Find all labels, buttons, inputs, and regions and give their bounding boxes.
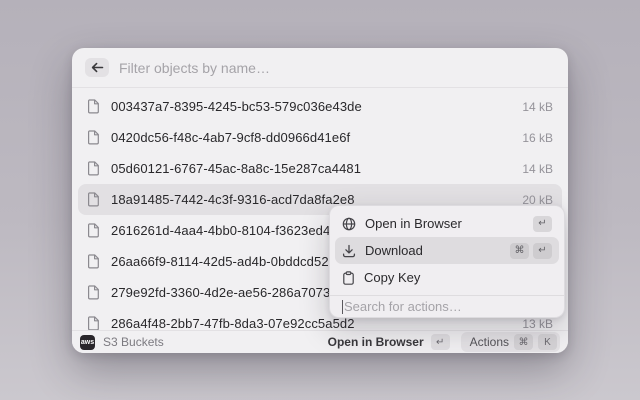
globe-icon xyxy=(342,217,356,231)
footer-actions: Open in Browser ↵ Actions ⌘ K xyxy=(328,332,560,352)
file-icon xyxy=(87,254,100,269)
primary-action-label[interactable]: Open in Browser xyxy=(328,335,424,349)
object-name: 2616261d-4aa4-4bb0-8104-f3623ed4415a xyxy=(111,223,360,238)
action-shortcut: ↵ xyxy=(533,216,552,232)
object-row[interactable]: 05d60121-6767-45ac-8a8c-15e287ca4481 14 … xyxy=(78,153,562,184)
actions-button[interactable]: Actions ⌘ K xyxy=(461,332,560,352)
actions-search-input[interactable] xyxy=(344,299,552,314)
k-key-badge: K xyxy=(538,334,557,350)
raycast-window: 003437a7-8395-4245-bc53-579c036e43de 14 … xyxy=(72,48,568,353)
object-row[interactable]: 0420dc56-f48c-4ab7-9cf8-dd0966d41e6f 16 … xyxy=(78,122,562,153)
cmd-key-badge: ⌘ xyxy=(510,243,529,259)
download-icon xyxy=(342,244,356,258)
file-icon xyxy=(87,316,100,331)
status-bar: aws S3 Buckets Open in Browser ↵ Actions… xyxy=(72,330,568,353)
file-icon xyxy=(87,192,100,207)
object-name: 26aa66f9-8114-42d5-ad4b-0bddcd52abba xyxy=(111,254,358,269)
action-label: Open in Browser xyxy=(365,216,462,231)
object-size: 14 kB xyxy=(522,162,553,176)
filter-bar xyxy=(72,48,568,88)
back-arrow-icon xyxy=(91,62,104,73)
action-label: Copy Key xyxy=(364,270,420,285)
file-icon xyxy=(87,99,100,114)
clipboard-icon xyxy=(342,271,355,285)
object-size: 16 kB xyxy=(522,131,553,145)
object-name: 003437a7-8395-4245-bc53-579c036e43de xyxy=(111,99,362,114)
object-row[interactable]: 003437a7-8395-4245-bc53-579c036e43de 14 … xyxy=(78,91,562,122)
file-icon xyxy=(87,223,100,238)
file-icon xyxy=(87,285,100,300)
aws-logo: aws xyxy=(80,335,95,350)
action-label: Download xyxy=(365,243,423,258)
back-button[interactable] xyxy=(85,58,109,77)
action-menu-item[interactable]: Open in Browser ↵ xyxy=(335,210,559,237)
object-name: 05d60121-6767-45ac-8a8c-15e287ca4481 xyxy=(111,161,361,176)
action-shortcut: ⌘↵ xyxy=(510,243,552,259)
file-icon xyxy=(87,130,100,145)
enter-key-badge: ↵ xyxy=(533,216,552,232)
object-name: 0420dc56-f48c-4ab7-9cf8-dd0966d41e6f xyxy=(111,130,350,145)
actions-label: Actions xyxy=(470,335,509,349)
action-menu: Open in Browser ↵ Download ⌘↵ Copy Key xyxy=(329,205,565,318)
cmd-key-badge: ⌘ xyxy=(514,334,533,350)
action-menu-item[interactable]: Copy Key xyxy=(335,264,559,291)
file-icon xyxy=(87,161,100,176)
enter-key-badge: ↵ xyxy=(533,243,552,259)
enter-key-badge: ↵ xyxy=(431,334,450,350)
object-size: 14 kB xyxy=(522,100,553,114)
action-menu-items: Open in Browser ↵ Download ⌘↵ Copy Key xyxy=(330,206,564,291)
object-name: 286a4f48-2bb7-47fb-8da3-07e92cc5a5d2 xyxy=(111,316,355,331)
action-menu-item[interactable]: Download ⌘↵ xyxy=(335,237,559,264)
actions-search-bar xyxy=(330,296,564,317)
object-size: 13 kB xyxy=(522,317,553,331)
text-caret xyxy=(342,300,343,314)
filter-objects-input[interactable] xyxy=(119,60,555,76)
object-name: 18a91485-7442-4c3f-9316-acd7da8fa2e8 xyxy=(111,192,355,207)
object-name: 279e92fd-3360-4d2e-ae56-286a70736fb2 xyxy=(111,285,356,300)
extension-name: S3 Buckets xyxy=(103,335,164,349)
